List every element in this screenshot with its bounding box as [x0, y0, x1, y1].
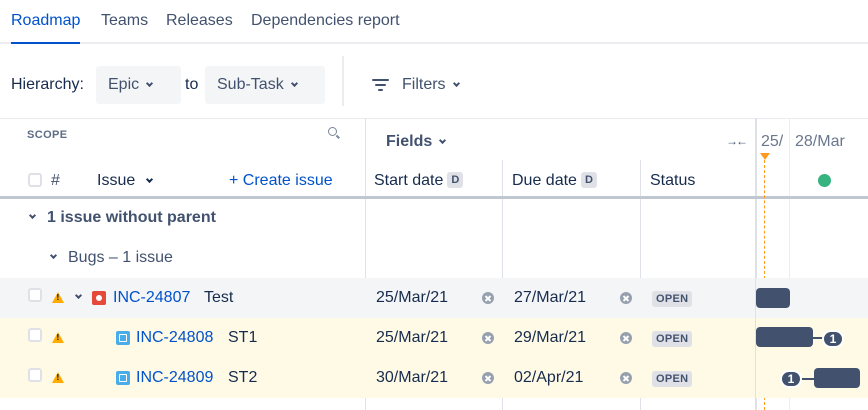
collapse-fields-icon[interactable]: →← [726, 134, 748, 148]
issue-header-label: Issue [97, 172, 136, 189]
filter-icon [372, 78, 390, 92]
status-badge: OPEN [652, 291, 693, 307]
issue-key-link[interactable]: INC-24807 [113, 288, 190, 308]
timeline-bar[interactable] [756, 327, 813, 347]
to-label: to [185, 76, 199, 93]
start-date-value[interactable]: 30/Mar/21 [376, 368, 448, 388]
group-label: 1 issue without parent [47, 209, 216, 226]
row-checkbox[interactable] [28, 368, 42, 382]
chevron-down-icon [146, 175, 154, 183]
hierarchy-to-dropdown[interactable]: Sub-Task [205, 66, 325, 104]
hierarchy-label: Hierarchy: [11, 76, 84, 93]
tab-releases[interactable]: Releases [166, 11, 233, 31]
tab-teams[interactable]: Teams [101, 11, 148, 31]
due-date-value[interactable]: 02/Apr/21 [514, 368, 583, 388]
subtask-icon [116, 371, 130, 385]
bug-icon [92, 291, 106, 305]
issue-summary: ST2 [228, 369, 258, 386]
fields-dropdown[interactable]: Fields [386, 133, 447, 151]
issue-summary: Test [204, 289, 234, 306]
clear-icon[interactable] [482, 372, 494, 384]
dependency-badge[interactable]: 1 [822, 330, 844, 348]
warning-icon[interactable] [52, 332, 64, 343]
due-date-header-label: Due date [512, 172, 577, 189]
clear-icon[interactable] [620, 372, 632, 384]
timeline-date-label: 28/Mar [795, 133, 845, 150]
scope-title: SCOPE [27, 129, 68, 141]
start-date-value[interactable]: 25/Mar/21 [376, 328, 448, 348]
timeline-bar[interactable] [814, 368, 860, 388]
subtask-icon [116, 331, 130, 345]
status-badge: OPEN [652, 371, 693, 387]
clear-icon[interactable] [620, 332, 632, 344]
create-issue-button[interactable]: + Create issue [229, 171, 333, 191]
issue-summary: ST1 [228, 329, 258, 346]
toolbar-divider [342, 56, 344, 106]
nav-tabs: Roadmap Teams Releases Dependencies repo… [0, 0, 868, 44]
timeline-date-label: 25/ [761, 133, 783, 150]
column-header-issue[interactable]: Issue [97, 171, 154, 191]
select-all-checkbox[interactable] [28, 173, 42, 187]
header-bottom-border [0, 196, 868, 199]
due-date-value[interactable]: 27/Mar/21 [514, 288, 586, 308]
grid-top-border [0, 118, 868, 119]
date-format-badge: D [580, 172, 597, 188]
group-without-parent[interactable]: 1 issue without parent [28, 208, 216, 228]
chevron-down-icon [452, 79, 460, 87]
filters-label: Filters [402, 76, 446, 93]
filters-button[interactable]: Filters [372, 66, 460, 104]
clear-icon[interactable] [620, 292, 632, 304]
dependency-badge[interactable]: 1 [780, 370, 802, 388]
fields-label: Fields [386, 133, 433, 150]
hierarchy-to-value: Sub-Task [217, 76, 284, 93]
hierarchy-from-dropdown[interactable]: Epic [96, 66, 181, 104]
search-icon[interactable] [328, 127, 340, 139]
chevron-down-icon [28, 211, 37, 220]
issue-key-link[interactable]: INC-24809 [136, 368, 213, 388]
row-checkbox[interactable] [28, 288, 42, 302]
date-format-badge: D [447, 172, 464, 188]
column-header-start-date[interactable]: Start date D [374, 171, 464, 191]
status-badge: OPEN [652, 331, 693, 347]
column-header-due-date[interactable]: Due date D [512, 171, 597, 191]
group-label: Bugs – 1 issue [68, 249, 173, 266]
timeline-bar[interactable] [756, 288, 790, 308]
today-marker [760, 153, 770, 160]
start-date-header-label: Start date [374, 172, 444, 189]
warning-icon[interactable] [52, 372, 64, 383]
group-bugs[interactable]: Bugs – 1 issue [49, 248, 173, 268]
clear-icon[interactable] [482, 292, 494, 304]
tab-dependencies-report[interactable]: Dependencies report [251, 11, 400, 31]
chevron-down-icon [439, 136, 447, 144]
tab-roadmap[interactable]: Roadmap [11, 11, 81, 44]
chevron-down-icon [49, 251, 58, 260]
clear-icon[interactable] [482, 332, 494, 344]
warning-icon[interactable] [52, 292, 64, 303]
start-date-value[interactable]: 25/Mar/21 [376, 288, 448, 308]
column-header-number: # [51, 172, 60, 189]
chevron-down-icon [290, 79, 298, 87]
column-header-status[interactable]: Status [650, 171, 695, 191]
issue-key-link[interactable]: INC-24808 [136, 328, 213, 348]
chevron-down-icon [146, 79, 154, 87]
row-checkbox[interactable] [28, 328, 42, 342]
due-date-value[interactable]: 29/Mar/21 [514, 328, 586, 348]
release-marker[interactable] [818, 174, 831, 187]
hierarchy-from-value: Epic [108, 76, 140, 93]
